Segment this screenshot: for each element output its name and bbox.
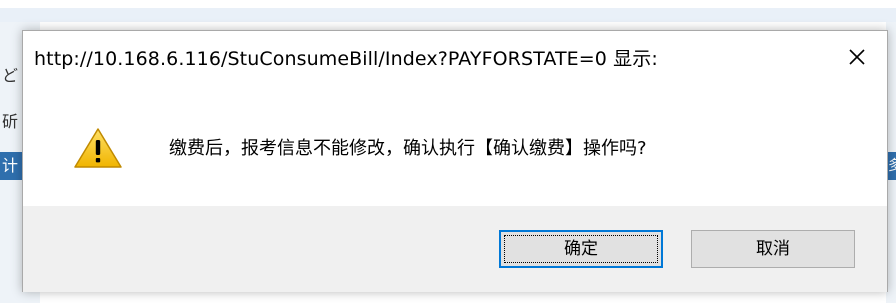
background-text-fragment: ど <box>2 66 19 85</box>
background-header-strip <box>0 8 896 22</box>
warning-icon <box>74 128 122 168</box>
cancel-button[interactable]: 取消 <box>691 230 855 268</box>
close-button[interactable] <box>843 43 871 71</box>
confirm-dialog: http://10.168.6.116/StuConsumeBill/Index… <box>22 30 888 292</box>
background-text-fragment: 计 <box>0 152 24 180</box>
dialog-content: 缴费后，报考信息不能修改，确认执行【确认缴费】操作吗? <box>23 85 887 203</box>
ok-button[interactable]: 确定 <box>499 230 663 268</box>
dialog-message: 缴费后，报考信息不能修改，确认执行【确认缴费】操作吗? <box>169 138 647 159</box>
dialog-title: http://10.168.6.116/StuConsumeBill/Index… <box>34 48 658 70</box>
dialog-button-bar: 确定 取消 <box>23 206 887 292</box>
ok-button-label: 确定 <box>564 239 598 259</box>
dialog-titlebar: http://10.168.6.116/StuConsumeBill/Index… <box>23 31 887 85</box>
cancel-button-label: 取消 <box>756 239 790 259</box>
background-text-fragment: 多 <box>888 152 896 180</box>
browser-page: ど 斫 计 多 http://10.168.6.116/StuConsumeBi… <box>0 0 896 303</box>
close-icon <box>849 49 865 65</box>
background-text-fragment: 斫 <box>2 112 19 131</box>
